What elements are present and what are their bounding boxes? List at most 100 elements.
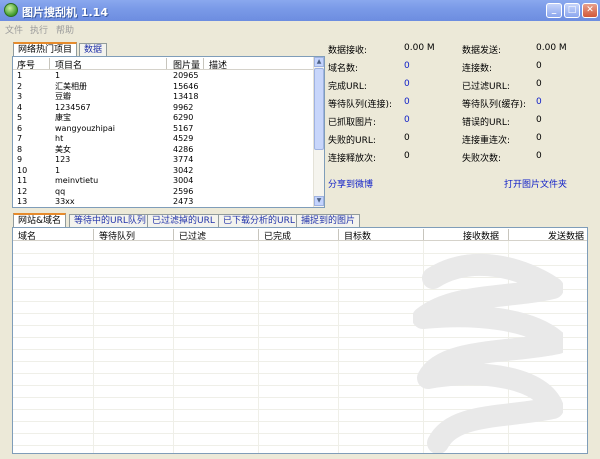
tab-sites-domains[interactable]: 网站&域名 [13, 213, 67, 228]
project-name: ht [55, 134, 64, 143]
project-name: 1234567 [55, 102, 91, 112]
menu-help[interactable]: 帮助 [56, 23, 74, 36]
stat-value: 0.00 M [536, 43, 567, 53]
stat-label: 失败次数: [462, 154, 502, 164]
table-row[interactable]: 10 1 3042 [13, 166, 313, 175]
image-count: 4529 [173, 134, 194, 143]
share-weibo-link[interactable]: 分享到微博 [328, 177, 373, 190]
sites-table: 域名 等待队列 已过滤 已完成 目标数 接收数据 发送数据 [12, 227, 588, 454]
image-count: 3774 [173, 155, 194, 164]
tab-data[interactable]: 数据 [79, 43, 108, 57]
table-row[interactable]: 12 qq 2596 [13, 187, 313, 196]
table-row[interactable]: 2 汇美相册 15646 [13, 82, 313, 91]
tab-captured-images[interactable]: 捕捉到的图片 [296, 214, 361, 228]
column-header[interactable]: 域名 [18, 229, 36, 242]
tab-waiting-urls[interactable]: 等待中的URL队列 [69, 214, 151, 228]
image-count: 4286 [173, 144, 194, 154]
tab-filtered-urls[interactable]: 已过滤掉的URL [147, 214, 220, 228]
stat-label: 连接数: [462, 64, 493, 74]
stat-value: 0 [404, 115, 410, 125]
stat-label: 连接释放次: [328, 154, 377, 164]
minimize-button[interactable]: _ [546, 3, 562, 18]
table-row[interactable]: 6 wangyouzhipai 5167 [13, 124, 313, 133]
column-header[interactable]: 已过滤 [179, 229, 206, 242]
column-header[interactable]: 等待队列 [99, 229, 135, 242]
row-index: 13 [17, 197, 28, 206]
stat-value: 0 [536, 151, 542, 161]
row-index: 1 [17, 71, 23, 80]
menu-bar: 文件 执行 帮助 [0, 21, 600, 36]
table-row[interactable]: 4 1234567 9962 [13, 103, 313, 112]
stat-label: 等待队列(连接): [328, 100, 393, 110]
grid-line [338, 241, 339, 453]
column-header[interactable]: 接收数据 [463, 229, 499, 242]
project-name: 美女 [55, 144, 71, 154]
column-header[interactable]: 图片量 [173, 58, 200, 71]
stat-value: 0 [404, 97, 410, 107]
stat-value: 0 [404, 61, 410, 71]
tab-hot-projects[interactable]: 网络热门项目 [13, 42, 78, 57]
open-image-folder-link[interactable]: 打开图片文件夹 [504, 177, 567, 190]
row-index: 5 [17, 113, 23, 122]
project-name: wangyouzhipai [55, 123, 115, 133]
table-row[interactable]: 5 康宝 6290 [13, 113, 313, 122]
scroll-up-icon[interactable]: ▲ [314, 57, 324, 67]
table-row[interactable]: 7 ht 4529 [13, 134, 313, 143]
table-row[interactable]: 3 豆瓣 13418 [13, 92, 313, 101]
table-row[interactable]: 1 1 20965 [13, 71, 313, 80]
stat-label: 错误的URL: [462, 118, 510, 128]
column-header[interactable]: 序号 [17, 58, 35, 71]
column-header[interactable]: 目标数 [344, 229, 371, 242]
tab-downloaded-urls[interactable]: 已下载分析的URL [218, 214, 300, 228]
project-name: 1 [55, 71, 61, 80]
row-index: 3 [17, 92, 23, 101]
stat-value: 0 [404, 151, 410, 161]
stat-value: 0 [536, 61, 542, 71]
vertical-scrollbar[interactable]: ▲ ▼ [313, 57, 324, 207]
table-row[interactable]: 9 123 3774 [13, 155, 313, 164]
stat-label: 数据接收: [328, 46, 368, 56]
image-count: 20965 [173, 71, 199, 80]
project-name: 汇美相册 [55, 81, 87, 91]
project-name: 123 [55, 155, 71, 164]
table-row[interactable]: 11 meinvtietu 3004 [13, 176, 313, 185]
image-count: 9962 [173, 102, 194, 112]
row-index: 9 [17, 155, 23, 164]
stat-label: 完成URL: [328, 82, 367, 92]
close-button[interactable]: ✕ [582, 3, 598, 18]
column-header[interactable]: 已完成 [264, 229, 291, 242]
grid-line [173, 241, 174, 453]
table-header: 序号 项目名 图片量 描述 [13, 57, 313, 71]
table-row[interactable]: 13 33xx 2473 [13, 197, 313, 206]
title-bar[interactable]: 图片搜刮机 1.14 _ □ ✕ [0, 0, 600, 21]
stat-value: 0 [404, 79, 410, 89]
redaction-scribble [413, 254, 563, 453]
column-header[interactable]: 项目名 [55, 58, 82, 71]
project-name: qq [55, 186, 66, 196]
stat-label: 数据发送: [462, 46, 502, 56]
scroll-thumb[interactable] [314, 68, 324, 150]
column-header[interactable]: 发送数据 [548, 229, 584, 242]
app-icon [4, 3, 18, 17]
menu-run[interactable]: 执行 [30, 23, 48, 36]
project-name: 1 [55, 165, 61, 175]
project-name: 33xx [55, 197, 75, 206]
image-count: 15646 [173, 81, 199, 91]
column-header[interactable]: 描述 [209, 58, 227, 71]
stat-label: 域名数: [328, 64, 359, 74]
maximize-button[interactable]: □ [564, 3, 580, 18]
hot-projects-table: 序号 项目名 图片量 描述 1 1 20965 2 汇美相册 15646 3 豆瓣 13418 4… [12, 56, 325, 208]
window-title: 图片搜刮机 1.14 [22, 6, 108, 19]
row-index: 12 [17, 186, 28, 196]
row-index: 10 [17, 165, 28, 175]
table-row[interactable]: 8 美女 4286 [13, 145, 313, 154]
table-header: 域名 等待队列 已过滤 已完成 目标数 接收数据 发送数据 [13, 228, 587, 242]
image-count: 3042 [173, 165, 194, 175]
row-index: 4 [17, 102, 23, 112]
scroll-down-icon[interactable]: ▼ [314, 196, 324, 206]
menu-file[interactable]: 文件 [5, 23, 23, 36]
stat-value: 0 [536, 79, 542, 89]
image-count: 6290 [173, 113, 194, 122]
stat-value: 0 [536, 97, 542, 107]
grid-line [258, 241, 259, 453]
